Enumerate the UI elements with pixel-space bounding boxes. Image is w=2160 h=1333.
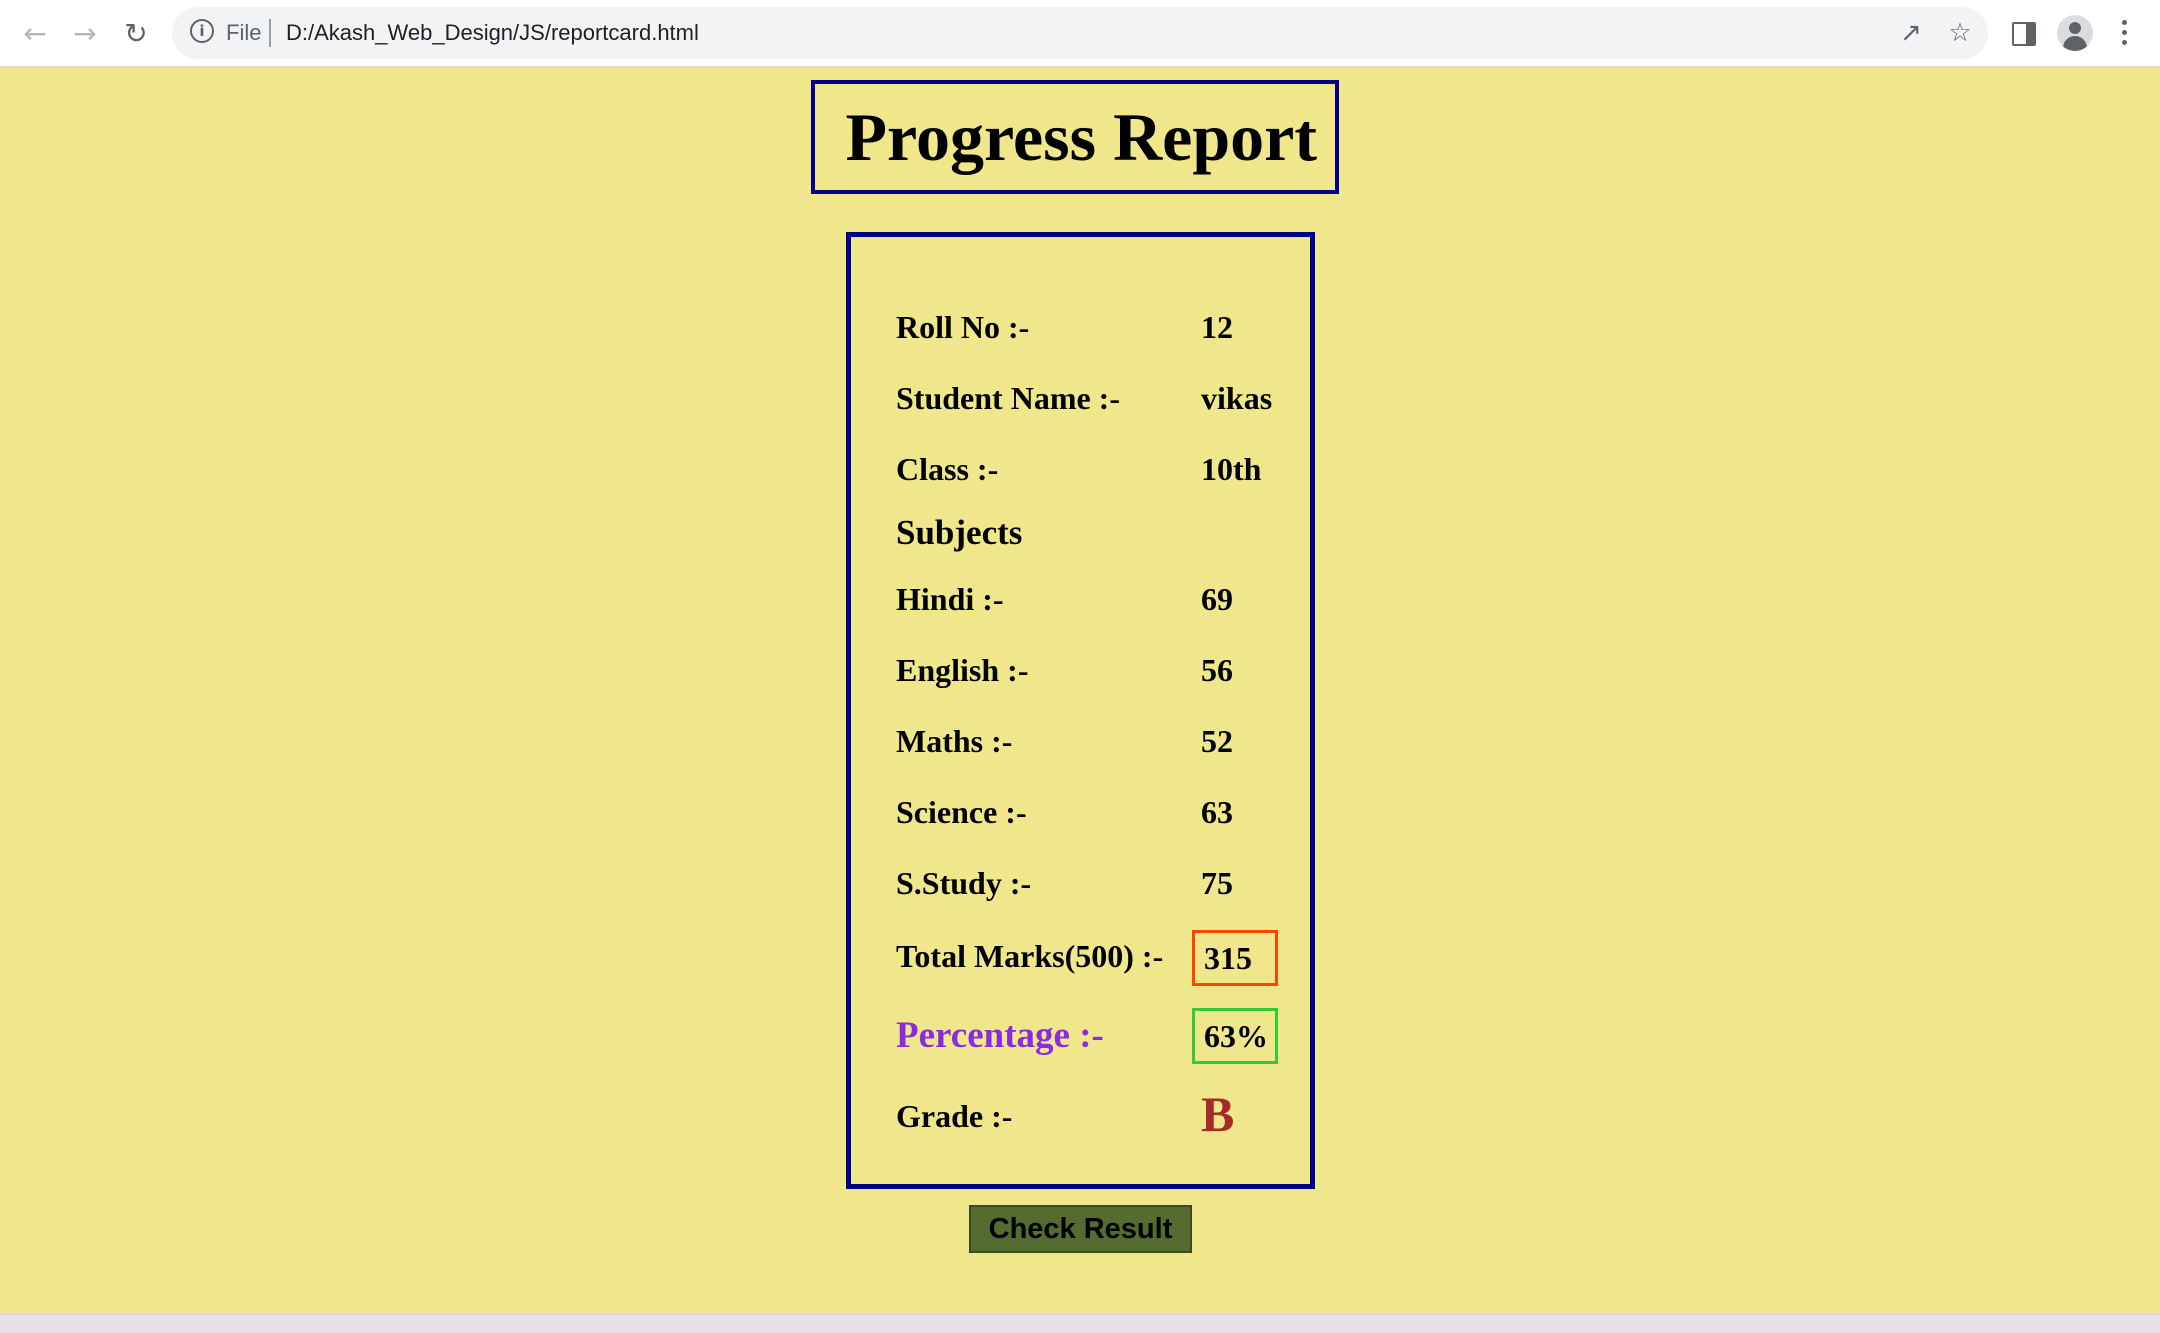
check-result-button[interactable]: Check Result	[969, 1205, 1192, 1253]
address-separator	[269, 19, 271, 47]
side-panel-icon[interactable]	[2012, 22, 2036, 46]
scheme-label: File	[226, 20, 262, 45]
science-value: 63	[1201, 794, 1233, 830]
back-arrow-icon[interactable]: ←	[14, 12, 56, 54]
more-menu-icon[interactable]	[2122, 20, 2128, 50]
subjects-heading: Subjects	[896, 513, 1023, 552]
share-icon[interactable]: ↗	[1893, 15, 1929, 51]
info-icon[interactable]: i	[190, 19, 214, 43]
url-text[interactable]: D:/Akash_Web_Design/JS/reportcard.html	[286, 7, 699, 59]
total-marks-value: 315	[1192, 930, 1278, 986]
title-box: Progress Report	[811, 80, 1339, 194]
sstudy-label: S.Study :-	[896, 865, 1032, 901]
profile-avatar-icon[interactable]	[2057, 15, 2093, 51]
hindi-label: Hindi :-	[896, 581, 1004, 617]
roll-no-label: Roll No :-	[896, 309, 1030, 345]
english-label: English :-	[896, 652, 1029, 688]
total-marks-label: Total Marks(500) :-	[896, 938, 1164, 974]
grade-label: Grade :-	[896, 1098, 1013, 1134]
reload-icon[interactable]: ↻	[115, 12, 157, 54]
page-title: Progress Report	[845, 98, 1317, 175]
hindi-value: 69	[1201, 581, 1233, 617]
student-name-value: vikas	[1201, 380, 1273, 416]
forward-arrow-icon[interactable]: →	[64, 12, 106, 54]
taskbar	[0, 1314, 2160, 1333]
maths-value: 52	[1201, 723, 1233, 759]
english-value: 56	[1201, 652, 1233, 688]
class-label: Class :-	[896, 451, 999, 487]
sstudy-value: 75	[1201, 865, 1233, 901]
student-name-label: Student Name :-	[896, 380, 1120, 416]
star-icon[interactable]: ☆	[1942, 15, 1978, 51]
roll-no-value: 12	[1201, 309, 1233, 345]
percentage-label: Percentage :-	[896, 1015, 1104, 1056]
science-label: Science :-	[896, 794, 1027, 830]
address-bar[interactable]: i File D:/Akash_Web_Design/JS/reportcard…	[172, 7, 1988, 59]
maths-label: Maths :-	[896, 723, 1013, 759]
grade-value: B	[1201, 1086, 1235, 1142]
class-value: 10th	[1201, 451, 1262, 487]
browser-toolbar: ← → ↻ i File D:/Akash_Web_Design/JS/repo…	[0, 0, 2160, 67]
percentage-value: 63%	[1192, 1008, 1278, 1064]
report-card: Roll No :- 12 Student Name :- vikas Clas…	[846, 232, 1315, 1189]
